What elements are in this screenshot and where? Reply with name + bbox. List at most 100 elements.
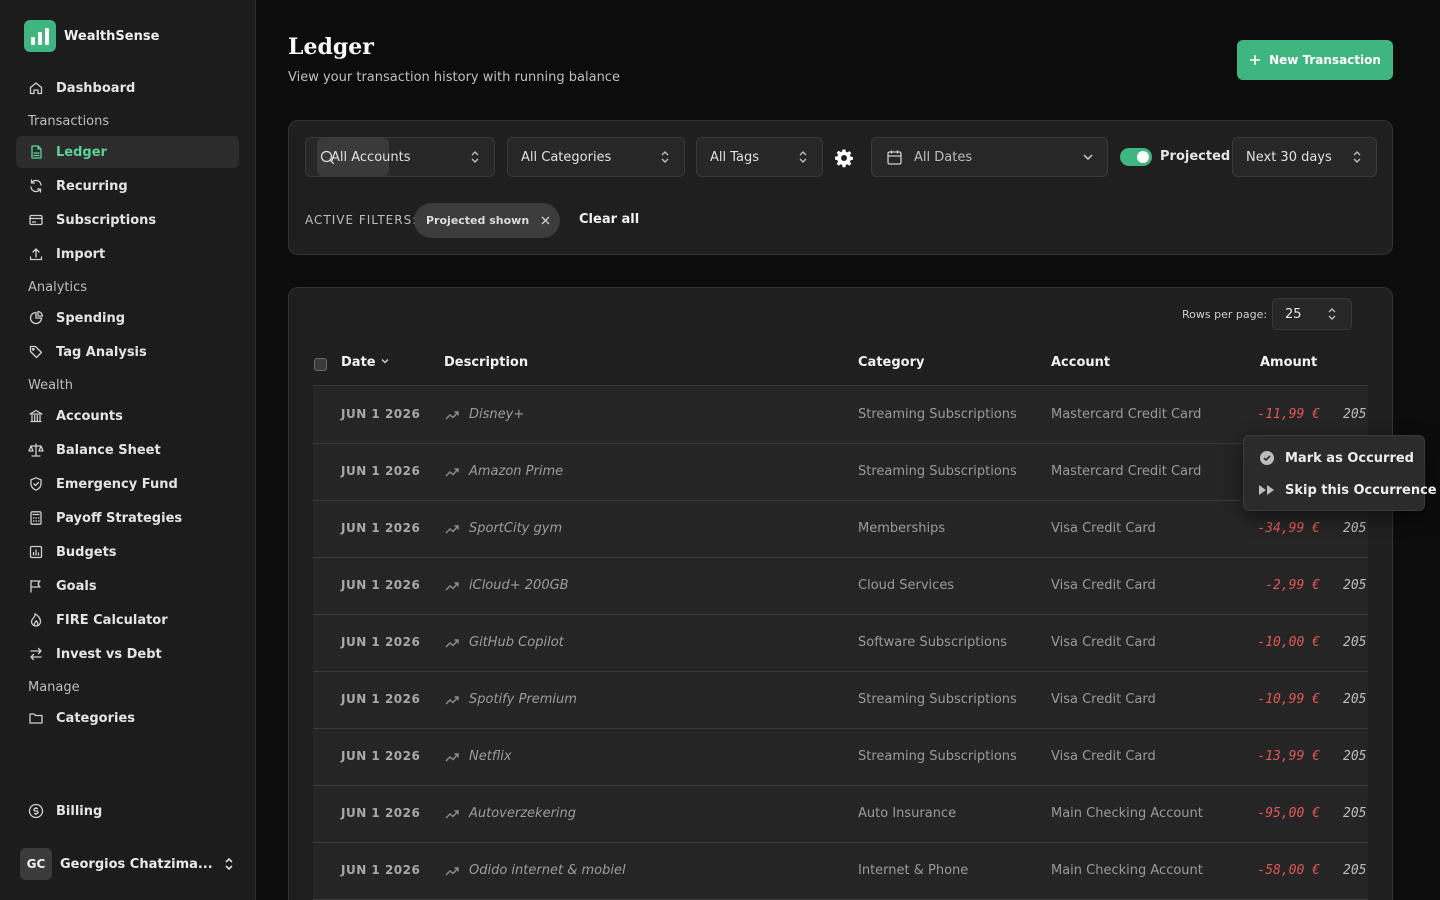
row-category: Streaming Subscriptions [858,407,1017,422]
table-row[interactable]: JUN 1 2026 GitHub Copilot Software Subscri… [313,615,1368,672]
row-balance: 205 [1343,578,1367,593]
tags-select[interactable]: All Tags [696,137,823,177]
brand[interactable]: WealthSense [24,20,159,52]
trending-up-icon [445,525,459,534]
row-description: iCloud+ 200GB [469,578,569,593]
sidebar: WealthSense Dashboard Transactions Ledger R… [0,0,256,900]
sidebar-item-ledger[interactable]: Ledger [16,136,239,168]
sidebar-item-label: Emergency Fund [56,476,178,492]
upload-icon [29,248,43,261]
refresh-icon [30,179,42,193]
row-category: Auto Insurance [858,806,957,821]
sidebar-item-budgets[interactable]: Budgets [16,536,239,568]
trending-up-icon [445,810,459,819]
column-header-description[interactable]: Description [444,355,528,370]
new-transaction-button[interactable]: New Transaction [1237,40,1393,80]
sidebar-item-label: Dashboard [56,80,136,96]
sidebar-item-spending[interactable]: Spending [16,302,239,334]
rows-per-page-select[interactable]: 25 [1272,298,1352,330]
sidebar-item-balance-sheet[interactable]: Balance Sheet [16,434,239,466]
calendar-icon [887,150,902,165]
chevron-up-down-icon [471,151,479,163]
page-title: Ledger [288,34,374,60]
sidebar-item-import[interactable]: Import [16,238,239,270]
row-amount: -2,99 € [1265,578,1320,593]
sidebar-item-tag-analysis[interactable]: Tag Analysis [16,336,239,368]
column-header-date[interactable]: Date [341,355,390,370]
page-subtitle: View your transaction history with runni… [288,70,620,85]
row-date: JUN 1 2026 [341,806,421,820]
row-category: Memberships [858,521,946,536]
row-category: Internet & Phone [858,863,969,878]
calculator-icon [30,511,42,525]
ledger-table-card: Rows per page: 25 Date Description Categ… [288,287,1393,900]
sidebar-item-subscriptions[interactable]: Subscriptions [16,204,239,236]
sidebar-item-goals[interactable]: Goals [16,570,239,602]
table-row[interactable]: JUN 1 2026 SportCity gym Memberships Visa C… [313,501,1368,558]
row-context-menu: Mark as Occurred Skip this Occurrence [1243,435,1437,511]
row-amount: -13,99 € [1257,749,1320,764]
accounts-select[interactable]: All Accounts [305,137,495,177]
trending-up-icon [445,411,459,420]
table-row[interactable]: JUN 1 2026 Netflix Streaming Subscriptions… [313,729,1368,786]
chevron-up-down-icon [225,857,233,871]
sidebar-item-payoff-strategies[interactable]: Payoff Strategies [16,502,239,534]
row-account: Main Checking Account [1051,806,1203,821]
dates-select[interactable]: All Dates [871,137,1108,177]
skip-occurrence-item[interactable]: Skip this Occurrence [1258,480,1437,500]
sidebar-item-dashboard[interactable]: Dashboard [16,72,239,104]
brand-name: WealthSense [64,28,160,44]
row-balance: 205 [1343,749,1367,764]
card-icon [29,214,43,226]
row-date: JUN 1 2026 [341,635,421,649]
row-category: Streaming Subscriptions [858,692,1017,707]
select-all-checkbox[interactable] [314,358,327,371]
user-menu[interactable]: GC Georgios Chatzima... [20,846,236,882]
sidebar-item-label: FIRE Calculator [56,612,168,628]
table-row[interactable]: JUN 1 2026 Autoverzekering Auto Insurance M… [313,786,1368,843]
close-icon[interactable] [541,216,550,225]
sidebar-item-label: Import [56,246,106,262]
row-date: JUN 1 2026 [341,692,421,706]
sidebar-item-billing[interactable]: Billing [16,795,239,827]
column-header-amount[interactable]: Amount [1260,355,1317,370]
chevron-up-down-icon [1353,151,1361,163]
sidebar-item-recurring[interactable]: Recurring [16,170,239,202]
column-header-category[interactable]: Category [858,355,924,370]
table-row[interactable]: JUN 1 2026 Amazon Prime Streaming Subscrip… [313,444,1368,501]
filter-chip-label: Projected shown [426,214,530,227]
column-header-account[interactable]: Account [1051,355,1110,370]
sidebar-nav: Dashboard Transactions Ledger Recurring Subs… [16,72,239,736]
sidebar-item-fire-calculator[interactable]: FIRE Calculator [16,604,239,636]
sidebar-item-label: Budgets [56,544,117,560]
sidebar-item-invest-vs-debt[interactable]: Invest vs Debt [16,638,239,670]
sidebar-item-label: Spending [56,310,126,326]
row-account: Mastercard Credit Card [1051,464,1202,479]
sidebar-item-label: Tag Analysis [56,344,147,360]
categories-select[interactable]: All Categories [507,137,685,177]
sidebar-item-label: Ledger [56,144,107,160]
row-balance: 205 [1343,635,1367,650]
range-select[interactable]: Next 30 days [1232,137,1377,177]
gear-icon[interactable] [834,148,854,168]
table-row[interactable]: JUN 1 2026 Odido internet & mobiel Interne… [313,843,1368,900]
row-category: Software Subscriptions [858,635,1007,650]
clear-all-button[interactable]: Clear all [579,212,639,227]
projected-toggle[interactable] [1120,148,1152,166]
table-row[interactable]: JUN 1 2026 Spotify Premium Streaming Subsc… [313,672,1368,729]
row-balance: 205 [1343,692,1367,707]
sidebar-item-categories[interactable]: Categories [16,702,239,734]
sidebar-item-emergency-fund[interactable]: Emergency Fund [16,468,239,500]
mark-as-occurred-label: Mark as Occurred [1285,450,1414,466]
flame-icon [30,613,42,627]
table-row[interactable]: JUN 1 2026 Disney+ Streaming Subscriptions… [313,387,1368,444]
sidebar-item-accounts[interactable]: Accounts [16,400,239,432]
range-select-value: Next 30 days [1246,149,1332,165]
row-balance: 205 [1343,806,1367,821]
table-row[interactable]: JUN 1 2026 iCloud+ 200GB Cloud Services Vis… [313,558,1368,615]
row-date: JUN 1 2026 [341,521,421,535]
chevron-up-down-icon [1328,308,1336,320]
mark-as-occurred-item[interactable]: Mark as Occurred [1258,448,1414,468]
sidebar-item-label: Categories [56,710,136,726]
trending-up-icon [445,582,459,591]
